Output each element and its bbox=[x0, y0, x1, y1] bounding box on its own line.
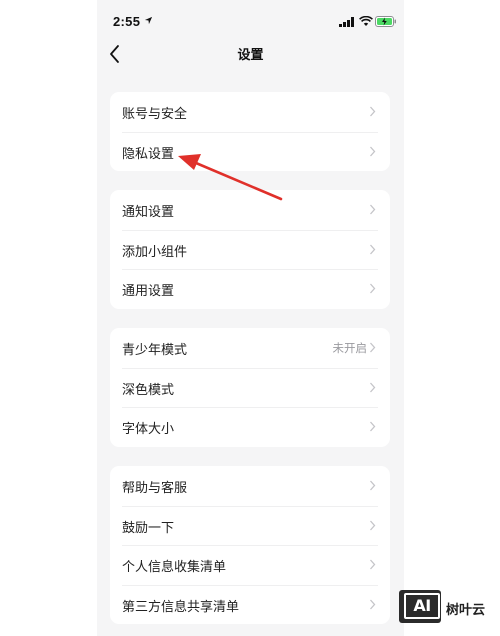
row-personal-info-list[interactable]: 个人信息收集清单 bbox=[110, 545, 390, 585]
row-account-security[interactable]: 账号与安全 bbox=[110, 92, 390, 132]
location-arrow-icon bbox=[144, 16, 153, 25]
row-label: 添加小组件 bbox=[122, 244, 188, 260]
row-label: 通知设置 bbox=[122, 205, 175, 220]
row-label: 通用设置 bbox=[122, 284, 175, 299]
settings-group-general: 通知设置 添加小组件 通用设置 bbox=[110, 190, 390, 309]
settings-group-account: 账号与安全 隐私设置 bbox=[110, 92, 390, 171]
watermark-logo: AI bbox=[399, 590, 441, 623]
chevron-right-icon bbox=[370, 146, 376, 156]
signal-icon bbox=[339, 17, 354, 27]
settings-group-display: 青少年模式 未开启 深色模式 字体大小 bbox=[110, 328, 390, 447]
wifi-icon bbox=[359, 16, 373, 26]
row-label: 个人信息收集清单 bbox=[122, 560, 227, 575]
row-teen-mode[interactable]: 青少年模式 未开启 bbox=[110, 328, 390, 368]
row-label: 帮助与客服 bbox=[122, 481, 188, 496]
status-time: 2:55 bbox=[113, 14, 141, 29]
row-label: 深色模式 bbox=[122, 382, 175, 398]
row-label: 鼓励一下 bbox=[122, 520, 175, 536]
row-font-size[interactable]: 字体大小 bbox=[110, 407, 390, 447]
chevron-right-icon bbox=[370, 520, 376, 530]
status-bar: 2:55 bbox=[97, 0, 404, 40]
row-notification-settings[interactable]: 通知设置 bbox=[110, 190, 390, 230]
chevron-right-icon bbox=[370, 382, 376, 392]
row-label: 第三方信息共享清单 bbox=[122, 599, 240, 615]
row-label: 字体大小 bbox=[122, 422, 175, 437]
watermark-logo-text: AI bbox=[404, 593, 440, 619]
chevron-right-icon bbox=[370, 599, 376, 609]
row-label: 隐私设置 bbox=[122, 146, 175, 162]
phone-screen: 2:55 设置 账号与安全 隐私设置 通知设置 添加小组件 通用设置 青少年模式… bbox=[97, 0, 404, 636]
chevron-right-icon bbox=[370, 244, 376, 254]
row-third-party-sharing-list[interactable]: 第三方信息共享清单 bbox=[110, 584, 390, 625]
chevron-right-icon bbox=[370, 480, 376, 491]
watermark: AI 树叶云 bbox=[397, 588, 500, 628]
row-general-settings[interactable]: 通用设置 bbox=[110, 269, 390, 309]
chevron-right-icon bbox=[370, 421, 376, 432]
settings-group-help: 帮助与客服 鼓励一下 个人信息收集清单 第三方信息共享清单 bbox=[110, 466, 390, 624]
watermark-text: 树叶云 bbox=[446, 603, 486, 618]
row-encourage[interactable]: 鼓励一下 bbox=[110, 505, 390, 546]
battery-charging-icon bbox=[375, 16, 396, 27]
row-privacy-settings[interactable]: 隐私设置 bbox=[110, 131, 390, 172]
chevron-right-icon bbox=[370, 342, 376, 353]
chevron-right-icon bbox=[370, 283, 376, 294]
teen-mode-status: 未开启 bbox=[332, 341, 368, 355]
page-title: 设置 bbox=[237, 48, 264, 63]
chevron-right-icon bbox=[370, 204, 376, 215]
row-add-widget[interactable]: 添加小组件 bbox=[110, 229, 390, 270]
navigation-bar: 设置 bbox=[97, 36, 404, 72]
row-label: 账号与安全 bbox=[122, 107, 188, 122]
row-help-support[interactable]: 帮助与客服 bbox=[110, 466, 390, 506]
chevron-right-icon bbox=[370, 106, 376, 117]
chevron-right-icon bbox=[370, 559, 376, 570]
row-dark-mode[interactable]: 深色模式 bbox=[110, 367, 390, 408]
row-label: 青少年模式 bbox=[122, 343, 188, 358]
